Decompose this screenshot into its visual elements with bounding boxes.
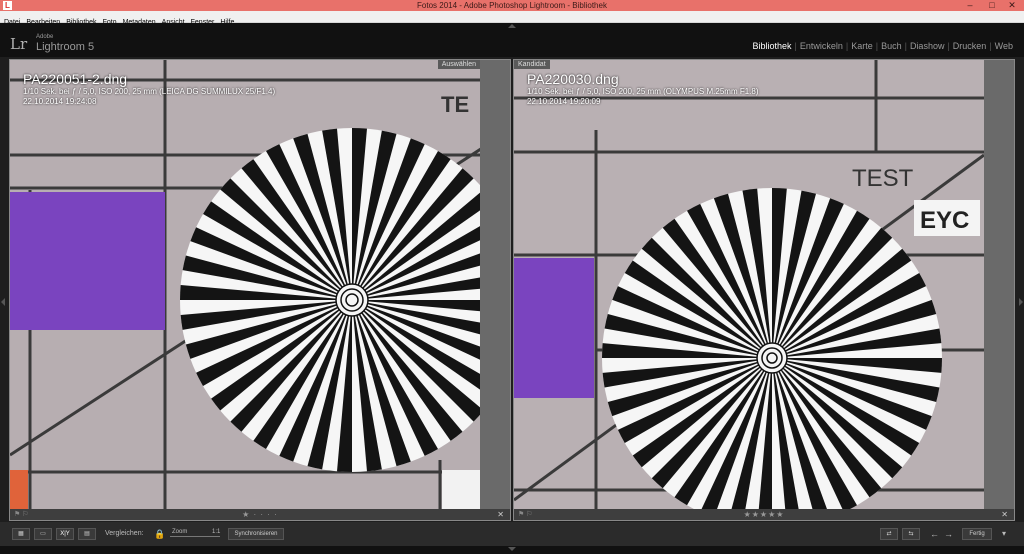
lightroom-logo: Lr	[10, 35, 28, 53]
left-filename: PA220051-2.dng	[23, 71, 128, 87]
left-date: 22.10.2014 19:24:08	[23, 97, 97, 106]
lock-icon[interactable]: 🔒	[154, 528, 165, 540]
toolbar-menu-chevron-icon[interactable]: ▾	[1002, 528, 1006, 540]
module-buch[interactable]: Buch	[881, 41, 902, 51]
candidate-photo-image: EYC TEST	[514, 60, 1014, 509]
left-photo-strip: ⚑ ⚐ ★ · · · · ✕	[10, 509, 510, 520]
prev-arrow-icon[interactable]: ←	[930, 528, 939, 540]
left-panel-toggle-icon[interactable]	[1, 298, 5, 306]
candidate-photo[interactable]: EYC TEST	[514, 60, 1014, 509]
grid-view-icon[interactable]: ▦	[12, 528, 30, 540]
right-exposure: 1/10 Sek. bei ƒ / 5,0, ISO 200, 25 mm (O…	[527, 87, 759, 96]
done-button[interactable]: Fertig	[962, 528, 992, 540]
module-karte[interactable]: Karte	[851, 41, 873, 51]
window-title: Fotos 2014 - Adobe Photoshop Lightroom -…	[417, 1, 607, 10]
right-rating[interactable]: ★★★★★	[514, 509, 1014, 520]
product-name: Lightroom 5	[36, 41, 95, 53]
select-photo[interactable]: TE	[10, 60, 510, 509]
module-web[interactable]: Web	[995, 41, 1013, 51]
module-drucken[interactable]: Drucken	[953, 41, 987, 51]
left-exposure: 1/10 Sek. bei ƒ / 5,0, ISO 200, 25 mm (L…	[23, 87, 276, 96]
loupe-view-icon[interactable]: ▭	[34, 528, 52, 540]
sync-button[interactable]: Synchronisieren	[228, 528, 284, 540]
right-filename: PA220030.dng	[527, 71, 619, 87]
filmstrip-toggle-icon[interactable]	[508, 547, 516, 551]
compare-view-button[interactable]: X|Y	[56, 528, 74, 540]
swap-icon[interactable]: ⇄	[880, 528, 898, 540]
survey-view-icon[interactable]: ▤	[78, 528, 96, 540]
menu-bar: DateiBearbeitenBibliothekFotoMetadatenAn…	[0, 11, 1024, 26]
window-titlebar: L Fotos 2014 - Adobe Photoshop Lightroom…	[0, 0, 1024, 11]
module-picker: Bibliothek | Entwickeln | Karte | Buch | Diashow…	[752, 41, 1013, 51]
compare-label: Vergleichen:	[105, 530, 144, 537]
zoom-value: 1:1	[212, 529, 221, 535]
module-bibliothek[interactable]: Bibliothek	[752, 41, 791, 51]
minimize-button[interactable]: –	[960, 0, 980, 11]
adobe-label: Adobe	[36, 34, 54, 40]
maximize-button[interactable]: □	[982, 0, 1002, 11]
right-date: 22.10.2014 19:20:09	[527, 97, 601, 106]
next-arrow-icon[interactable]: →	[944, 528, 953, 540]
module-diashow[interactable]: Diashow	[910, 41, 945, 51]
select-photo-panel[interactable]: TE Auswählen PA220051-2.dng 1/10 Sek. be…	[9, 59, 511, 521]
module-entwickeln[interactable]: Entwickeln	[800, 41, 843, 51]
right-panel-toggle-icon[interactable]	[1019, 298, 1023, 306]
eyc-chart-text: EYC	[920, 207, 969, 234]
make-select-icon[interactable]: ⇆	[902, 528, 920, 540]
test-chart-text: TE	[441, 92, 469, 117]
test-chart-text-right: TEST	[852, 165, 914, 192]
identity-plate: Lr Adobe Lightroom 5 Bibliothek | Entwicke…	[0, 23, 1024, 57]
close-window-button[interactable]: ✕	[1002, 0, 1022, 11]
candidate-tag: Kandidat	[514, 60, 550, 69]
bottom-toolbar: ▦ ▭ X|Y ▤ Vergleichen: 🔒 Zoom 1:1 Synchr…	[0, 522, 1024, 546]
left-info-overlay: PA220051-2.dng 1/10 Sek. bei ƒ / 5,0, IS…	[23, 71, 275, 107]
candidate-photo-panel[interactable]: EYC TEST Kandidat PA220030.dng 1/10 Sek.…	[513, 59, 1015, 521]
right-photo-strip: ⚑ ⚐ ★★★★★ ✕	[514, 509, 1014, 520]
right-info-overlay: PA220030.dng 1/10 Sek. bei ƒ / 5,0, ISO …	[527, 71, 759, 107]
select-tag: Auswählen	[437, 60, 480, 69]
top-panel-toggle-icon[interactable]	[508, 24, 516, 28]
left-close-button[interactable]: ✕	[497, 509, 504, 520]
select-photo-image: TE	[10, 60, 510, 509]
right-close-button[interactable]: ✕	[1001, 509, 1008, 520]
left-rating[interactable]: ★ · · · ·	[10, 509, 510, 520]
